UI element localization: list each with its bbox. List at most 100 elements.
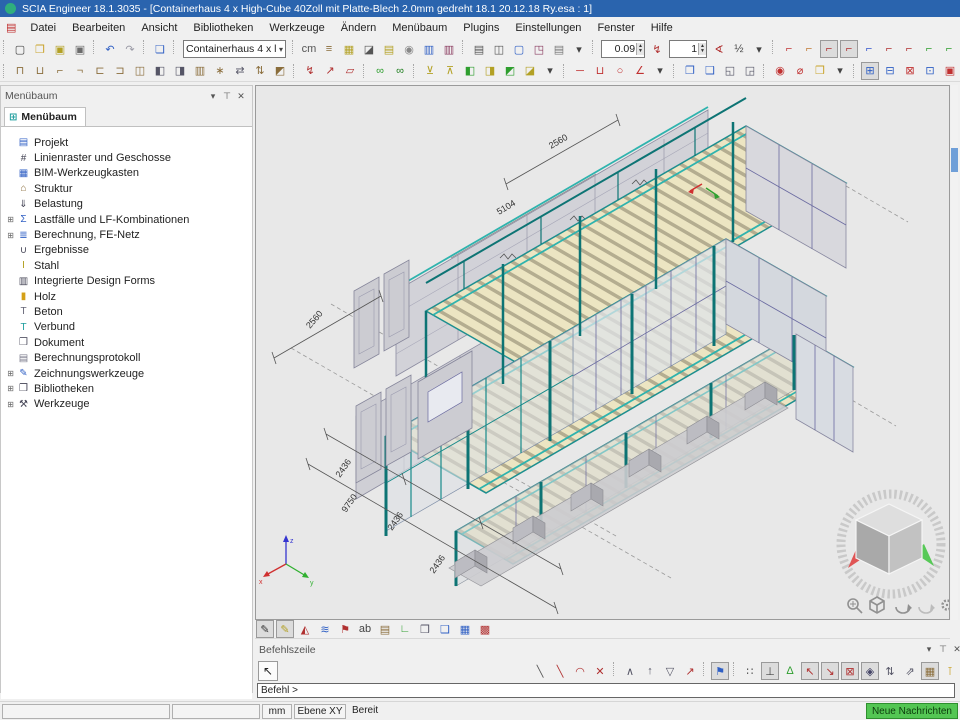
visibility-icon[interactable]: ◉	[771, 62, 789, 80]
open-project-icon[interactable]: ❐	[31, 40, 49, 58]
cancel-draw-icon[interactable]: ✕	[591, 662, 609, 680]
snap-node-icon[interactable]: ◈	[861, 662, 879, 680]
undo-icon[interactable]: ↶	[101, 40, 119, 58]
snap-mesh-icon[interactable]: ▦	[921, 662, 939, 680]
snap-delete-icon[interactable]: ⊠	[841, 662, 859, 680]
layer-filter-icon-1[interactable]: ⌐	[780, 40, 798, 58]
hinge-icon[interactable]: ◧	[461, 62, 479, 80]
polyline-edit-icon[interactable]: ↯	[301, 62, 319, 80]
tree-item-linienraster[interactable]: #Linienraster und Geschosse	[1, 150, 252, 165]
tree-item-zeichnungswerkzeuge[interactable]: ⊞✎Zeichnungswerkzeuge	[1, 366, 252, 381]
local-axes-icon[interactable]: ▣	[941, 62, 959, 80]
paste-member-icon[interactable]: ▤	[380, 40, 398, 58]
view-members-icon[interactable]: ∞	[371, 62, 389, 80]
snap-toggle-icon[interactable]: ⇅	[881, 662, 899, 680]
layer-filter-icon-3[interactable]: ⌐	[820, 40, 838, 58]
member-numbers-icon[interactable]: ⊠	[901, 62, 919, 80]
surface-numbers-icon[interactable]: ⊡	[921, 62, 939, 80]
command-input[interactable]: Befehl >	[257, 683, 955, 698]
paper-icon[interactable]: ▤	[550, 40, 568, 58]
spinner-arrows[interactable]: ▲▼	[636, 43, 644, 55]
save-icon[interactable]: ▣	[51, 40, 69, 58]
expander-icon[interactable]: ⊞	[5, 384, 16, 393]
break-member-icon[interactable]: ◧	[151, 62, 169, 80]
menu-menuebaum[interactable]: Menübaum	[384, 20, 455, 36]
snap-point-icon[interactable]: ⊺	[941, 662, 959, 680]
draw-dimension-icon[interactable]: ⊔	[591, 62, 609, 80]
redo-icon[interactable]: ↷	[121, 40, 139, 58]
image-export-icon[interactable]: ◳	[530, 40, 548, 58]
paste-icon[interactable]: ❑	[701, 62, 719, 80]
more-model-icon[interactable]: ▾	[541, 62, 559, 80]
tree-item-holz[interactable]: ▮Holz	[1, 289, 252, 304]
panel-pin-icon[interactable]: ⊤	[936, 644, 950, 655]
menu-plugins[interactable]: Plugins	[455, 20, 507, 36]
child-window-icon[interactable]: ▤	[6, 21, 16, 34]
layer-filter-icon-7[interactable]: ⌐	[900, 40, 918, 58]
more-view-icon[interactable]: ▾	[831, 62, 849, 80]
paste-properties-icon[interactable]: ◲	[741, 62, 759, 80]
results-diagram-icon[interactable]: ≋	[316, 620, 334, 638]
modify-polygon-icon[interactable]: ▱	[341, 62, 359, 80]
tree-item-werkzeuge[interactable]: ⊞⚒Werkzeuge	[1, 397, 252, 412]
menu-bibliotheken[interactable]: Bibliotheken	[185, 20, 261, 36]
snap-extension-icon[interactable]: ⇗	[901, 662, 919, 680]
book-view-icon[interactable]: ❒	[416, 620, 434, 638]
menu-datei[interactable]: Datei	[22, 20, 64, 36]
panel-close-icon[interactable]: ✕	[950, 644, 960, 655]
snap-endpoint-icon[interactable]: ∧	[621, 662, 639, 680]
menu-bearbeiten[interactable]: Bearbeiten	[64, 20, 133, 36]
draw-line-tool-icon[interactable]: ─	[571, 62, 589, 80]
stamp-view-icon[interactable]: ▤	[376, 620, 394, 638]
viewport-scrollbar[interactable]	[951, 85, 958, 620]
panel-close-icon[interactable]: ✕	[234, 91, 248, 102]
orbit-alt-icon[interactable]	[919, 604, 935, 613]
view-settings-gear-icon[interactable]	[943, 601, 950, 610]
more-export-icon[interactable]: ▾	[570, 40, 588, 58]
expander-icon[interactable]: ⊞	[5, 215, 16, 224]
project-window-icon[interactable]: ❏	[151, 40, 169, 58]
connect-members-icon[interactable]: ⊻	[421, 62, 439, 80]
expander-icon[interactable]: ⊞	[5, 231, 16, 240]
pattern-icon[interactable]: ◩	[271, 62, 289, 80]
model-selection-combo[interactable]: Containerhaus 4 x l ▾	[183, 40, 286, 58]
display-scale-input[interactable]: 0.09 ▲▼	[601, 40, 645, 58]
navigation-cube[interactable]	[841, 494, 941, 594]
save-as-icon[interactable]: ▣	[71, 40, 89, 58]
load-display-icon[interactable]: ↯	[648, 40, 666, 58]
drag-node-icon[interactable]: ↗	[321, 62, 339, 80]
tree-item-stahl[interactable]: ⅠStahl	[1, 258, 252, 273]
view-control-icons[interactable]	[848, 597, 949, 613]
more-draw-icon[interactable]: ▾	[651, 62, 669, 80]
cursor-snap-icon[interactable]: ⚑	[711, 662, 729, 680]
chevron-down-icon[interactable]: ▾	[279, 45, 283, 54]
mesh-ball-icon[interactable]: ◉	[400, 40, 418, 58]
tree-item-belastung[interactable]: ⇓Belastung	[1, 197, 252, 212]
snap-ortho-icon[interactable]: ⊥	[761, 662, 779, 680]
move-member-icon[interactable]: ⊔	[31, 62, 49, 80]
expander-icon[interactable]: ⊞	[5, 369, 16, 378]
scrollbar-thumb[interactable]	[951, 148, 958, 172]
cursor-mode-button[interactable]: ↖	[258, 661, 278, 681]
snap-intersection-icon[interactable]: ▽	[661, 662, 679, 680]
snap-tangent-icon[interactable]: ↗	[681, 662, 699, 680]
layer-filter-icon-9[interactable]: ⌐	[940, 40, 958, 58]
expander-icon[interactable]: ⊞	[5, 400, 16, 409]
colored-grid-icon[interactable]: ▩	[476, 620, 494, 638]
solid-view-icon[interactable]: ❑	[436, 620, 454, 638]
draw-line-icon[interactable]: ╲	[531, 662, 549, 680]
wireframe-view-icon[interactable]: ✎	[256, 620, 274, 638]
panel-menu-icon[interactable]: ▾	[206, 91, 220, 102]
tab-menuebaum[interactable]: ⊞ Menübaum	[4, 107, 86, 126]
panel-pin-icon[interactable]: ⊤	[220, 91, 234, 102]
tree-item-dokument[interactable]: ❒Dokument	[1, 335, 252, 350]
mirror-member-icon[interactable]: ¬	[71, 62, 89, 80]
layer-filter-icon-5[interactable]: ⌐	[860, 40, 878, 58]
member-table-icon[interactable]: ▥	[420, 40, 438, 58]
multicopy-icon[interactable]: ⇅	[251, 62, 269, 80]
render-view-icon[interactable]: ✎	[276, 620, 294, 638]
node-display-icon[interactable]: ⊞	[861, 62, 879, 80]
tree-item-bim-werkzeugkasten[interactable]: ▦BIM-Werkzeugkasten	[1, 166, 252, 181]
snap-nearest-icon[interactable]: ↘	[821, 662, 839, 680]
text-check-icon[interactable]: ab	[356, 620, 374, 638]
